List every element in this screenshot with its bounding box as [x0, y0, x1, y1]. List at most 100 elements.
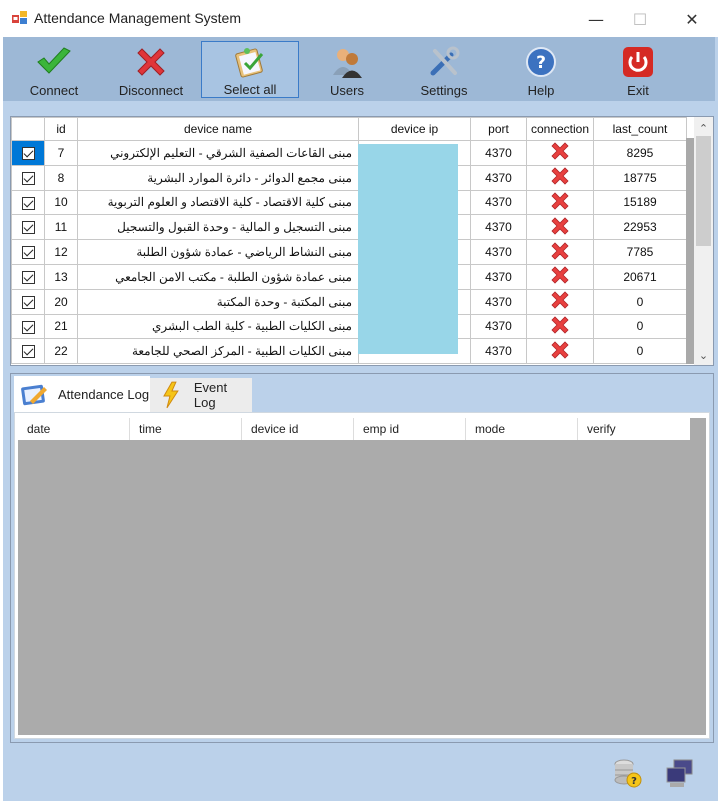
select-checkbox-cell[interactable]: [11, 140, 45, 166]
device-row[interactable]: 12 مبنى النشاط الرياضي - عمادة شؤون الطلب…: [11, 239, 687, 265]
users-button[interactable]: Users: [298, 41, 396, 98]
device-row[interactable]: 8 مبنى مجمع الدوائر - دائرة الموارد البشر…: [11, 164, 687, 191]
help-icon: ?: [523, 44, 559, 80]
checkbox[interactable]: [21, 147, 35, 161]
column-header-date[interactable]: date: [18, 418, 130, 440]
disconnected-x-icon: [551, 167, 569, 185]
checkbox[interactable]: [21, 246, 35, 260]
last-count-cell: 18775: [593, 164, 687, 191]
device-row[interactable]: 21 مبنى الكليات الطبية - كلية الطب البشري…: [11, 313, 687, 340]
select-checkbox-cell[interactable]: [11, 239, 45, 265]
device-row[interactable]: 22 مبنى الكليات الطبية - المركز الصحي للج…: [11, 338, 687, 365]
column-header-device-ip[interactable]: device ip: [358, 117, 471, 141]
column-header-last-count[interactable]: last_count: [593, 117, 687, 141]
select-checkbox-cell[interactable]: [11, 189, 45, 216]
device-row[interactable]: 7 مبنى القاعات الصفية الشرقي - التعليم ال…: [11, 140, 687, 166]
disconnected-x-icon: [551, 217, 569, 235]
scroll-up-arrow-icon[interactable]: ⌃: [694, 119, 713, 137]
column-header-device-name[interactable]: device name: [77, 117, 359, 141]
tab-attendance-log-label: Attendance Log: [58, 387, 150, 402]
help-button[interactable]: ? Help: [492, 41, 590, 98]
device-name-cell: مبنى القاعات الصفية الشرقي - التعليم الإ…: [77, 140, 359, 166]
maximize-button[interactable]: ☐: [626, 6, 654, 32]
checkbox[interactable]: [21, 196, 35, 210]
connection-status-cell: [526, 140, 594, 166]
connection-status-cell: [526, 239, 594, 265]
device-port-cell: 4370: [470, 189, 527, 216]
database-help-icon[interactable]: ?: [612, 758, 642, 792]
tab-event-log[interactable]: Event Log: [150, 378, 252, 412]
checkbox[interactable]: [21, 271, 35, 285]
select-all-button[interactable]: Select all: [201, 41, 299, 98]
scroll-down-arrow-icon[interactable]: ⌄: [694, 346, 713, 364]
select-checkbox-cell[interactable]: [11, 313, 45, 340]
device-ip-redaction: [358, 144, 458, 354]
select-checkbox-cell[interactable]: [11, 263, 45, 290]
device-name-cell: مبنى كلية الاقتصاد - كلية الاقتصاد و الع…: [77, 189, 359, 216]
disconnected-x-icon: [551, 242, 569, 260]
disconnect-button[interactable]: Disconnect: [102, 41, 200, 98]
toolbar: Connect Disconnect Select all Users Sett…: [3, 37, 715, 101]
minimize-button[interactable]: —: [582, 6, 610, 32]
device-name-cell: مبنى التسجيل و المالية - وحدة القبول وال…: [77, 214, 359, 241]
select-checkbox-cell[interactable]: [11, 288, 45, 315]
title-bar: Attendance Management System — ☐ ✕: [0, 0, 720, 37]
attendance-log-grid[interactable]: [18, 418, 706, 735]
connection-status-cell: [526, 214, 594, 241]
column-header-select[interactable]: [11, 117, 45, 141]
last-count-cell: 0: [593, 288, 687, 315]
column-header-id[interactable]: id: [44, 117, 78, 141]
select-checkbox-cell[interactable]: [11, 214, 45, 241]
connection-status-cell: [526, 189, 594, 216]
device-name-cell: مبنى الكليات الطبية - المركز الصحي للجام…: [77, 338, 359, 365]
column-header-verify[interactable]: verify: [578, 418, 690, 440]
device-row[interactable]: 10 مبنى كلية الاقتصاد - كلية الاقتصاد و ا…: [11, 189, 687, 216]
device-port-cell: 4370: [470, 338, 527, 365]
svg-text:?: ?: [631, 776, 637, 787]
lightning-icon: [163, 381, 179, 409]
disconnected-x-icon: [551, 341, 569, 359]
tab-attendance-log[interactable]: Attendance Log: [14, 376, 150, 413]
column-header-device-id[interactable]: device id: [242, 418, 354, 440]
checkbox[interactable]: [21, 171, 35, 185]
column-header-time[interactable]: time: [130, 418, 242, 440]
notepad-pencil-icon: [21, 384, 47, 405]
connect-button[interactable]: Connect: [5, 41, 103, 98]
device-name-cell: مبنى المكتبة - وحدة المكتبة: [77, 288, 359, 315]
device-row[interactable]: 20 مبنى المكتبة - وحدة المكتبة 4370 0: [11, 288, 687, 315]
checkbox[interactable]: [21, 320, 35, 334]
select-checkbox-cell[interactable]: [11, 338, 45, 365]
device-name-cell: مبنى عمادة شؤون الطلبة - مكتب الامن الجا…: [77, 263, 359, 290]
device-port-cell: 4370: [470, 313, 527, 340]
column-header-port[interactable]: port: [470, 117, 527, 141]
disconnected-x-icon: [551, 316, 569, 334]
connection-status-cell: [526, 164, 594, 191]
red-x-icon: [133, 44, 169, 80]
checkbox[interactable]: [21, 295, 35, 309]
device-port-cell: 4370: [470, 164, 527, 191]
device-port-cell: 4370: [470, 214, 527, 241]
maximize-icon: ☐: [632, 9, 648, 29]
device-row[interactable]: 11 مبنى التسجيل و المالية - وحدة القبول و…: [11, 214, 687, 241]
device-id-cell: 7: [44, 140, 78, 166]
grid-empty-area: [686, 138, 694, 364]
select-checkbox-cell[interactable]: [11, 164, 45, 191]
settings-button[interactable]: Settings: [395, 41, 493, 98]
minimize-icon: —: [588, 9, 604, 29]
device-row[interactable]: 13 مبنى عمادة شؤون الطلبة - مكتب الامن ال…: [11, 263, 687, 290]
users-icon: [329, 44, 365, 80]
exit-button[interactable]: Exit: [589, 41, 687, 98]
network-computers-icon[interactable]: [664, 758, 696, 794]
checkbox[interactable]: [21, 221, 35, 235]
disconnected-x-icon: [551, 142, 569, 160]
checkbox[interactable]: [21, 345, 35, 359]
scrollbar-thumb[interactable]: [696, 136, 711, 246]
column-header-connection[interactable]: connection: [526, 117, 594, 141]
device-id-cell: 10: [44, 189, 78, 216]
clipboard-check-icon: [232, 45, 268, 79]
connection-status-cell: [526, 288, 594, 315]
column-header-mode[interactable]: mode: [466, 418, 578, 440]
last-count-cell: 7785: [593, 239, 687, 265]
column-header-emp-id[interactable]: emp id: [354, 418, 466, 440]
close-button[interactable]: ✕: [678, 6, 706, 32]
